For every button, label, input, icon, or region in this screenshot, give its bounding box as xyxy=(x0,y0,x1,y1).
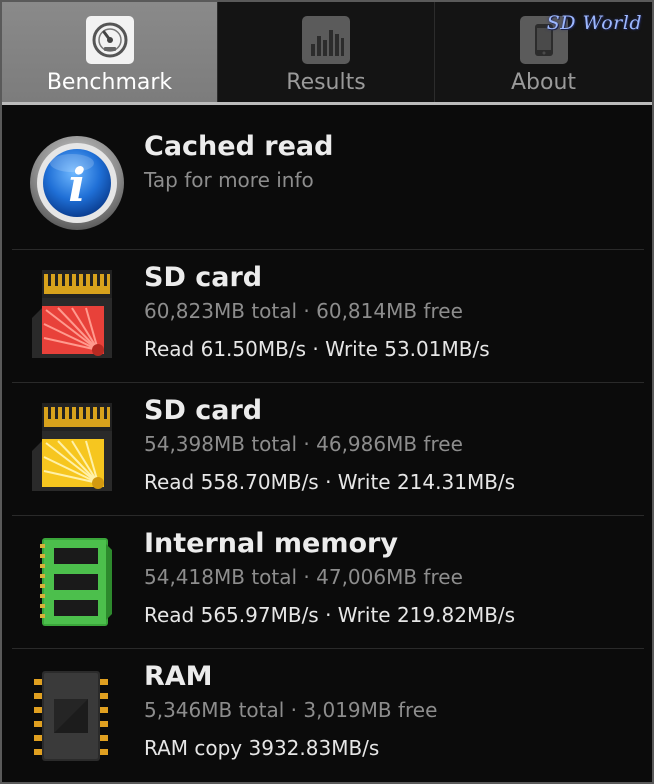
device-title: SD card xyxy=(144,262,263,293)
sd-card-yellow-icon xyxy=(28,399,114,499)
sd-card-red-icon xyxy=(28,266,114,366)
device-text: SD card 60,823MB total · 60,814MB free R… xyxy=(144,262,490,364)
device-title: Internal memory xyxy=(144,528,398,559)
device-text: Internal memory 54,418MB total · 47,006M… xyxy=(144,528,515,630)
row-title: Cached read xyxy=(144,131,334,162)
tab-bar: Benchmark Results About SD World xyxy=(2,2,652,105)
watermark-text: SD World xyxy=(546,12,642,34)
device-row-sd-card-2[interactable]: SD card 54,398MB total · 46,986MB free R… xyxy=(2,383,652,516)
device-speed: Read 61.50MB/s · Write 53.01MB/s xyxy=(144,337,490,361)
device-speed: Read 558.70MB/s · Write 214.31MB/s xyxy=(144,470,516,494)
device-title: SD card xyxy=(144,395,263,426)
cached-read-row[interactable]: i Cached read Tap for more info xyxy=(2,105,652,250)
info-icon: i xyxy=(27,133,127,237)
device-row-internal-memory[interactable]: Internal memory 54,418MB total · 47,006M… xyxy=(2,516,652,649)
ram-chip-icon xyxy=(28,665,114,769)
benchmark-list: i Cached read Tap for more info SD card … xyxy=(2,105,652,782)
tab-label: About xyxy=(510,70,577,95)
device-capacity: 60,823MB total · 60,814MB free xyxy=(144,299,463,323)
device-text: RAM 5,346MB total · 3,019MB free RAM cop… xyxy=(144,661,437,763)
device-speed: RAM copy 3932.83MB/s xyxy=(144,736,380,760)
device-title: RAM xyxy=(144,661,213,692)
device-text: SD card 54,398MB total · 46,986MB free R… xyxy=(144,395,515,497)
speedometer-icon xyxy=(85,16,134,64)
tab-benchmark[interactable]: Benchmark xyxy=(2,2,218,102)
tab-label: Benchmark xyxy=(46,70,173,95)
memory-chip-icon xyxy=(28,532,114,636)
device-capacity: 54,418MB total · 47,006MB free xyxy=(144,565,463,589)
app-frame: Benchmark Results About SD World i Cache… xyxy=(0,0,654,784)
device-row-ram[interactable]: RAM 5,346MB total · 3,019MB free RAM cop… xyxy=(2,649,652,782)
cached-read-text: Cached read Tap for more info xyxy=(144,131,333,195)
row-subtitle: Tap for more info xyxy=(144,168,314,192)
tab-results[interactable]: Results xyxy=(218,2,435,102)
device-row-sd-card-1[interactable]: SD card 60,823MB total · 60,814MB free R… xyxy=(2,250,652,383)
bar-chart-icon xyxy=(302,16,350,64)
device-speed: Read 565.97MB/s · Write 219.82MB/s xyxy=(144,603,516,627)
device-capacity: 5,346MB total · 3,019MB free xyxy=(144,698,438,722)
device-capacity: 54,398MB total · 46,986MB free xyxy=(144,432,463,456)
tab-label: Results xyxy=(286,70,366,95)
